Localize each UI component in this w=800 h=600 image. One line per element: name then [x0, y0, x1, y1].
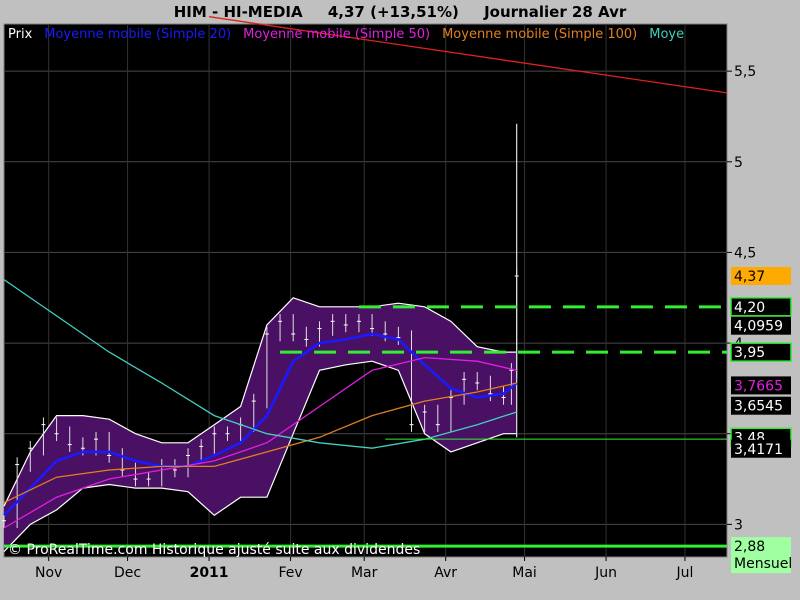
- x-axis: Nov Dec 2011 Fev Mar Avr Mai Jun Jul: [35, 557, 693, 581]
- x-tick-label: 2011: [190, 565, 229, 581]
- x-tick-label: Jun: [594, 565, 617, 581]
- price-label-text: 3,95: [734, 345, 765, 361]
- price-label-text: 4,37: [734, 269, 765, 285]
- legend-entry: Moyenne mobile (Simple 100): [442, 27, 637, 42]
- price-label-text: 4,20: [734, 300, 765, 316]
- y-tick-label: 5: [734, 155, 743, 171]
- y-tick-label: 3: [734, 517, 743, 533]
- legend-entry: Moye: [649, 27, 684, 42]
- x-tick-label: Mar: [351, 565, 378, 581]
- x-tick-label: Fev: [278, 565, 302, 581]
- price-label-text: 4,0959: [734, 319, 783, 335]
- watermark: © ProRealTime.com Historique ajusté suit…: [8, 542, 420, 558]
- x-tick-label: Nov: [35, 565, 62, 581]
- price-label-sub: Mensuel: [734, 556, 792, 572]
- legend-entry: Moyenne mobile (Simple 20): [44, 27, 231, 42]
- price-label-text: 3,7665: [734, 378, 783, 394]
- price-label-text: 2,88: [734, 539, 765, 555]
- x-tick-label: Jul: [675, 565, 693, 581]
- y-tick-label: 5,5: [734, 64, 756, 80]
- price-label-text: 3,4171: [734, 442, 783, 458]
- x-tick-label: Dec: [114, 565, 141, 581]
- legend-entry: Prix: [8, 27, 33, 42]
- price-label-text: 3,6545: [734, 399, 783, 415]
- y-tick-label: 4,5: [734, 245, 756, 261]
- x-tick-label: Avr: [434, 565, 457, 581]
- legend: Prix Moyenne mobile (Simple 20) Moyenne mo…: [8, 27, 684, 42]
- legend-entry: Moyenne mobile (Simple 50): [243, 27, 430, 42]
- price-chart[interactable]: 33,544,555,5 NovDec2011FevMarAvrMaiJunJu…: [0, 0, 800, 600]
- x-tick-label: Mai: [512, 565, 537, 581]
